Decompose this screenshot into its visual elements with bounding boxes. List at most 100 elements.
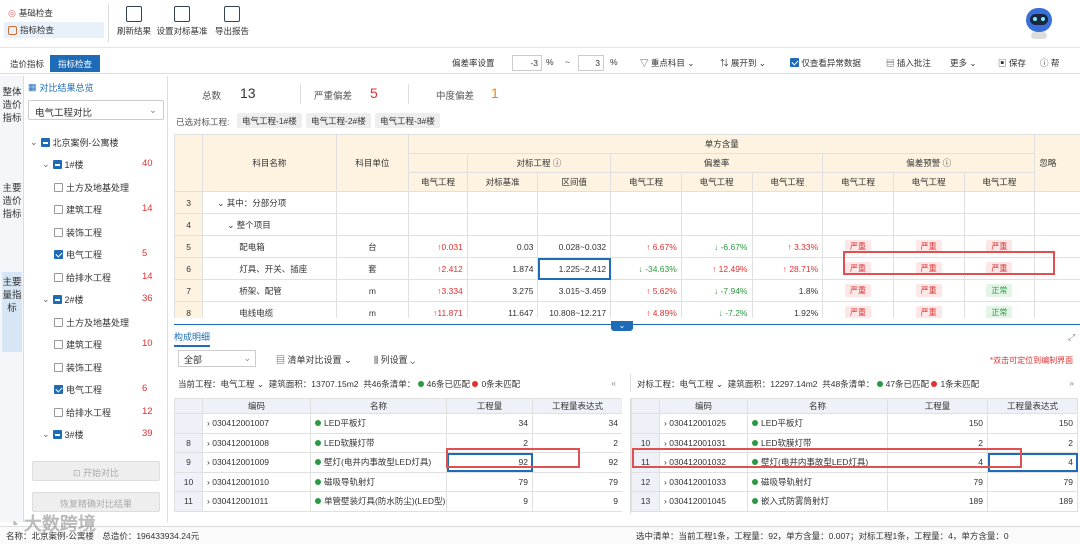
range-cell[interactable] xyxy=(537,213,612,236)
tree-checkbox[interactable] xyxy=(52,295,62,304)
expr-cell[interactable]: 2 xyxy=(532,432,622,453)
qty-cell[interactable]: 79 xyxy=(887,471,988,492)
tree-item[interactable]: 建筑工程 xyxy=(54,338,102,351)
module-basic-check[interactable]: ◎ 基础检查 xyxy=(8,7,53,19)
tree-item[interactable]: 给排水工程 xyxy=(54,271,111,284)
qty-cell[interactable]: 9 xyxy=(446,491,533,512)
qty-cell[interactable]: 2 xyxy=(887,432,988,453)
refresh-button[interactable]: 刷新结果 xyxy=(114,6,154,37)
splitter[interactable] xyxy=(174,324,1080,325)
chevron-right-icon[interactable]: › xyxy=(664,496,667,506)
help-button[interactable]: ⓘ 帮 xyxy=(1040,57,1059,69)
compare-select[interactable]: 电气工程对比 ⌄ xyxy=(28,100,164,120)
tree-item[interactable]: 土方及地基处理 xyxy=(54,316,129,329)
expr-cell[interactable]: 189 xyxy=(987,491,1078,512)
table-row[interactable]: 11 › 030412001011 单管壁装灯具(防水防尘)(LED型) 9 9 xyxy=(174,491,622,512)
range-cell[interactable]: 1.225~2.412 xyxy=(537,257,612,280)
collapse-icon[interactable]: ⌄ xyxy=(42,159,50,170)
tree-checkbox[interactable] xyxy=(52,160,62,169)
list-compare-settings[interactable]: ▤ 清单对比设置 ⌄ xyxy=(276,353,352,366)
chevron-right-icon[interactable]: › xyxy=(664,457,667,467)
chevron-right-icon[interactable]: › xyxy=(664,477,667,487)
chevron-right-icon[interactable]: › xyxy=(207,496,210,506)
tree-checkbox[interactable] xyxy=(54,363,63,372)
module-index-check[interactable]: 指标检查 xyxy=(4,22,104,38)
start-compare-button[interactable]: ⊡ 开始对比 xyxy=(32,461,160,481)
deviation-max-input[interactable]: 3 xyxy=(578,55,604,71)
chevron-right-icon[interactable]: › xyxy=(207,418,210,428)
range-cell[interactable]: 10.808~12.217 xyxy=(537,301,612,318)
qty-cell[interactable]: 34 xyxy=(446,413,533,434)
expr-cell[interactable]: 2 xyxy=(987,432,1078,453)
table-row[interactable]: 10 › 030412001010 磁吸导轨射灯 79 79 xyxy=(174,471,622,492)
filter-select[interactable]: 全部 ⌄ xyxy=(178,350,256,367)
expand-icon[interactable]: ⤢ xyxy=(1068,332,1075,343)
tree-checkbox[interactable] xyxy=(54,340,63,349)
tree-item[interactable]: ⌄ 3#楼 xyxy=(42,428,84,441)
tab-overall-cost-index[interactable]: 整体造价指标 xyxy=(2,82,22,168)
tree-checkbox[interactable] xyxy=(54,228,63,237)
tree-item[interactable]: ⌄ 1#楼 xyxy=(42,158,84,171)
qty-cell[interactable]: 189 xyxy=(887,491,988,512)
qty-cell[interactable]: 4 xyxy=(887,452,988,473)
collapse-icon[interactable]: ⌄ xyxy=(42,429,50,440)
table-row[interactable]: 11 › 030412001032 壁灯(电井内事故型LED灯具) 4 4 xyxy=(631,452,1078,473)
selected-chip[interactable]: 电气工程-1#楼 xyxy=(237,113,302,128)
chevron-right-icon[interactable]: › xyxy=(207,457,210,467)
tab-cost-index[interactable]: 造价指标 xyxy=(2,55,52,72)
collapse-right-icon[interactable]: » xyxy=(1069,378,1074,388)
table-row[interactable]: 13 › 030412001045 嵌入式防雾筒射灯 189 189 xyxy=(631,491,1078,512)
range-cell[interactable]: 0.028~0.032 xyxy=(537,235,612,258)
overview-title[interactable]: ▦ 对比结果总览 xyxy=(28,81,94,94)
collapse-icon[interactable]: ⌄ xyxy=(30,137,38,148)
tree-item[interactable]: 电气工程 xyxy=(54,248,102,261)
tree-checkbox[interactable] xyxy=(40,138,50,147)
table-row[interactable]: 3 ⌄ 其中：分部分项 xyxy=(174,191,1080,214)
tree-checkbox[interactable] xyxy=(54,385,63,394)
expr-cell[interactable]: 34 xyxy=(532,413,622,434)
collapse-handle[interactable]: ⌄ xyxy=(611,321,633,331)
qty-cell[interactable]: 79 xyxy=(446,471,533,492)
collapse-left-icon[interactable]: « xyxy=(611,378,616,388)
expr-cell[interactable]: 79 xyxy=(987,471,1078,492)
table-row[interactable]: › 030412001025 LED平板灯 150 150 xyxy=(631,413,1078,434)
tab-composition-detail[interactable]: 构成明细 xyxy=(174,330,211,347)
tree-item[interactable]: 装饰工程 xyxy=(54,361,102,374)
tree-checkbox[interactable] xyxy=(54,250,63,259)
tree-item[interactable]: ⌄ 北京案例-公寓楼 xyxy=(30,136,119,149)
table-row[interactable]: 7 桥架、配管 m ↑3.334 3.275 3.015~3.459 ↑ 5.62% ↓ -7… xyxy=(174,279,1080,302)
table-row[interactable]: 4 ⌄ 整个项目 xyxy=(174,213,1080,236)
chevron-right-icon[interactable]: › xyxy=(664,418,667,428)
table-row[interactable]: 5 配电箱台 ↑0.031 0.03 0.028~0.032 ↑ 6.67% ↓ -6.67… xyxy=(174,235,1080,258)
only-abnormal-checkbox[interactable]: 仅查看异常数据 xyxy=(790,57,861,69)
tree-checkbox[interactable] xyxy=(52,430,62,439)
table-row[interactable]: 10 › 030412001031 LED软膜灯带 2 2 xyxy=(631,432,1078,453)
checkbox-checked[interactable] xyxy=(790,58,799,67)
current-project[interactable]: 当前工程：电气工程 xyxy=(178,379,255,389)
qty-cell[interactable]: 150 xyxy=(887,413,988,434)
tab-index-check[interactable]: 指标检查 xyxy=(50,55,101,72)
chevron-down-icon[interactable]: ⌄ xyxy=(227,220,234,230)
chevron-right-icon[interactable]: › xyxy=(664,438,667,448)
key-subject-filter[interactable]: ▽ 重点科目 ⌄ xyxy=(640,57,694,69)
ignore-cell[interactable] xyxy=(1034,213,1080,236)
insert-note-button[interactable]: ▤ 插入批注 xyxy=(886,57,931,69)
tree-item[interactable]: 土方及地基处理 xyxy=(54,181,129,194)
table-row[interactable]: 8 › 030412001008 LED软膜灯带 2 2 xyxy=(174,432,622,453)
expr-cell[interactable]: 79 xyxy=(532,471,622,492)
save-button[interactable]: ▣ 保存 xyxy=(998,57,1026,69)
expr-cell[interactable]: 4 xyxy=(987,452,1078,473)
table-row[interactable]: › 030412001007 LED平板灯 34 34 xyxy=(174,413,622,434)
table-row[interactable]: 8 电线电缆 m ↑11.871 11.647 10.808~12.217 ↑ 4.89% ↓… xyxy=(174,301,1080,318)
tree-checkbox[interactable] xyxy=(54,318,63,327)
export-report-button[interactable]: 导出报告 xyxy=(212,6,252,37)
tree-checkbox[interactable] xyxy=(54,183,63,192)
table-row[interactable]: 12 › 030412001033 磁吸导轨射灯 79 79 xyxy=(631,471,1078,492)
qty-cell[interactable]: 2 xyxy=(446,432,533,453)
ignore-cell[interactable] xyxy=(1034,257,1080,280)
chevron-right-icon[interactable]: › xyxy=(207,477,210,487)
expand-to-dropdown[interactable]: ⇅ 展开到 ⌄ xyxy=(720,57,766,69)
more-dropdown[interactable]: 更多 ⌄ xyxy=(950,57,977,69)
benchmark-project[interactable]: 对标工程：电气工程 xyxy=(637,379,714,389)
selected-chip[interactable]: 电气工程-2#楼 xyxy=(306,113,371,128)
